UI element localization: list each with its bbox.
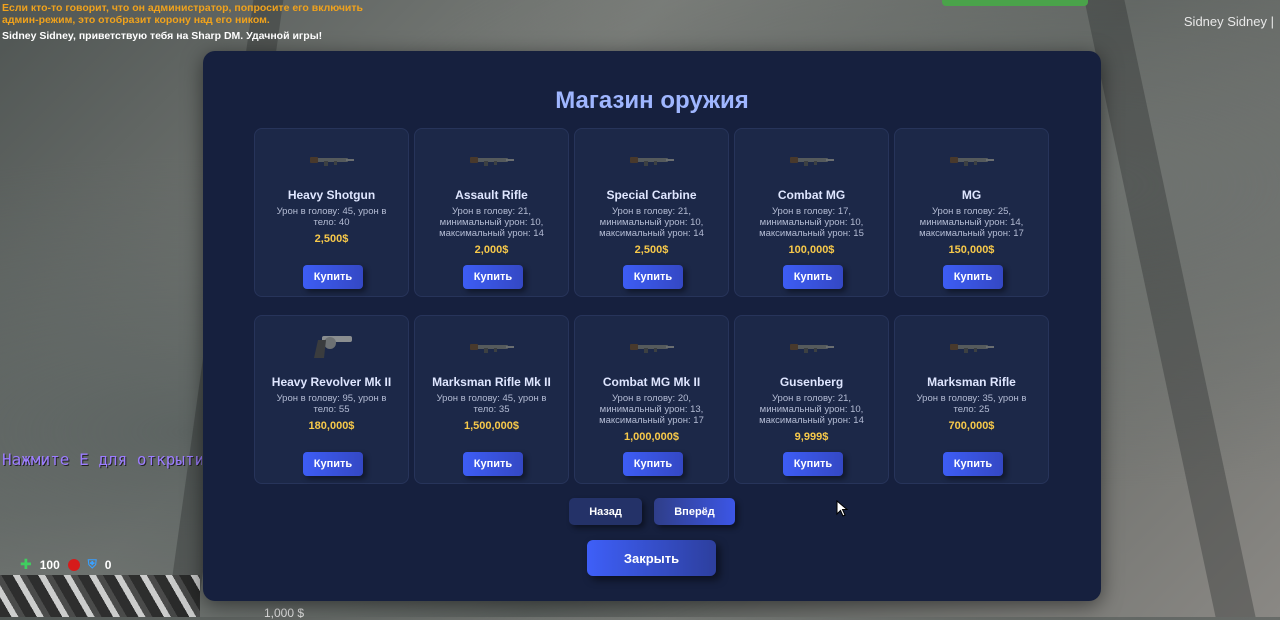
money-display: 1,000 $ [264,606,305,620]
hud: ✚ 100 ⛨ 0 [20,556,111,573]
weapon-card: Combat MG Mk II Урон в голову: 20, миним… [574,315,729,484]
weapon-price: 2,000$ [474,244,509,256]
server-logo [0,575,200,617]
chat-warning-message: Если кто-то говорит, что он администрато… [2,2,363,26]
background-pillar [1084,0,1256,617]
buy-button[interactable]: Купить [463,452,523,476]
weapon-price: 700,000$ [948,420,995,432]
machine-gun-icon [629,344,674,353]
weapon-stats: Урон в голову: 35, урон в тело: 25 [916,393,1027,415]
player-name: Sidney Sidney | [1183,14,1274,29]
weapon-stats: Урон в голову: 21, минимальный урон: 10,… [599,206,704,239]
weapon-name: Combat MG Mk II [602,375,701,389]
chat-log: Если кто-то говорит, что он администрато… [2,2,372,42]
weapon-name: Marksman Rifle Mk II [432,375,551,389]
weapon-card: Gusenberg Урон в голову: 21, минимальный… [734,315,889,484]
health-value: 100 [39,557,60,572]
weapon-name: Marksman Rifle [927,375,1016,389]
weapon-price: 150,000$ [948,244,995,256]
weapon-shop-modal: Магазин оружия Heavy Shotgun Урон в голо… [203,51,1101,601]
weapon-stats: Урон в голову: 20, минимальный урон: 13,… [599,393,704,426]
shop-title: Магазин оружия [555,87,749,114]
shop-hint: Нажмите E для открытия магазина [2,450,202,469]
weapon-name: Heavy Shotgun [287,188,376,202]
weapon-price: 100,000$ [788,244,835,256]
weapon-stats: Урон в голову: 25, минимальный урон: 14,… [919,206,1024,239]
buy-button[interactable]: Купить [623,265,683,289]
weapon-stats: Урон в голову: 95, урон в тело: 55 [276,393,387,415]
forward-button[interactable]: Вперёд [654,498,735,525]
weapon-card: Heavy Revolver Mk II Урон в голову: 95, … [254,315,409,484]
machine-gun-icon [789,157,834,166]
mouse-cursor-icon [836,500,849,517]
machine-gun-icon [949,157,994,166]
close-button[interactable]: Закрыть [587,540,716,576]
buy-button[interactable]: Купить [463,265,523,289]
buy-button[interactable]: Купить [623,452,683,476]
carbine-icon [629,157,674,166]
weapon-name: Assault Rifle [455,188,528,202]
buy-button[interactable]: Купить [943,265,1003,289]
weapon-name: MG [961,188,982,202]
weapon-card: Special Carbine Урон в голову: 21, миним… [574,128,729,297]
weapon-stats: Урон в голову: 21, минимальный урон: 10,… [759,393,864,426]
buy-button[interactable]: Купить [943,452,1003,476]
weapon-card: Marksman Rifle Урон в голову: 35, урон в… [894,315,1049,484]
chat-greeting-message: Sidney Sidney, приветствую тебя на Sharp… [2,30,323,42]
weapon-stats: Урон в голову: 45, урон в тело: 35 [436,393,547,415]
weapon-card: MG Урон в голову: 25, минимальный урон: … [894,128,1049,297]
armor-icon: ⛨ [87,557,97,571]
weapon-price: 1,500,000$ [463,420,520,432]
tommy-gun-icon [789,344,834,353]
buy-button[interactable]: Купить [783,265,843,289]
weapon-card: Heavy Shotgun Урон в голову: 45, урон в … [254,128,409,297]
record-icon [67,558,80,571]
buy-button[interactable]: Купить [303,452,363,476]
weapon-grid: Heavy Shotgun Урон в голову: 45, урон в … [254,128,1049,484]
weapon-name: Combat MG [777,188,846,202]
weapon-card: Assault Rifle Урон в голову: 21, минимал… [414,128,569,297]
weapon-card: Marksman Rifle Mk II Урон в голову: 45, … [414,315,569,484]
weapon-card: Combat MG Урон в голову: 17, минимальный… [734,128,889,297]
revolver-icon [313,336,352,358]
weapon-stats: Урон в голову: 21, минимальный урон: 10,… [439,206,544,239]
weapon-stats: Урон в голову: 45, урон в тело: 40 [276,206,387,228]
weapon-stats: Урон в голову: 17, минимальный урон: 10,… [759,206,864,239]
shotgun-icon [309,157,354,166]
status-bar [942,0,1088,6]
health-icon: ✚ [20,556,32,572]
rifle-icon [469,157,514,166]
weapon-price: 1,000,000$ [623,431,680,443]
armor-value: 0 [104,557,112,572]
buy-button[interactable]: Купить [303,265,363,289]
weapon-name: Special Carbine [606,188,697,202]
weapon-price: 2,500$ [314,233,349,245]
weapon-price: 9,999$ [794,431,829,443]
weapon-price: 180,000$ [308,420,355,432]
back-button[interactable]: Назад [569,498,642,525]
weapon-name: Gusenberg [779,375,844,389]
sniper-rifle-icon [949,344,994,353]
buy-button[interactable]: Купить [783,452,843,476]
weapon-name: Heavy Revolver Mk II [271,375,392,389]
sniper-rifle-icon [469,344,514,353]
weapon-price: 2,500$ [634,244,669,256]
